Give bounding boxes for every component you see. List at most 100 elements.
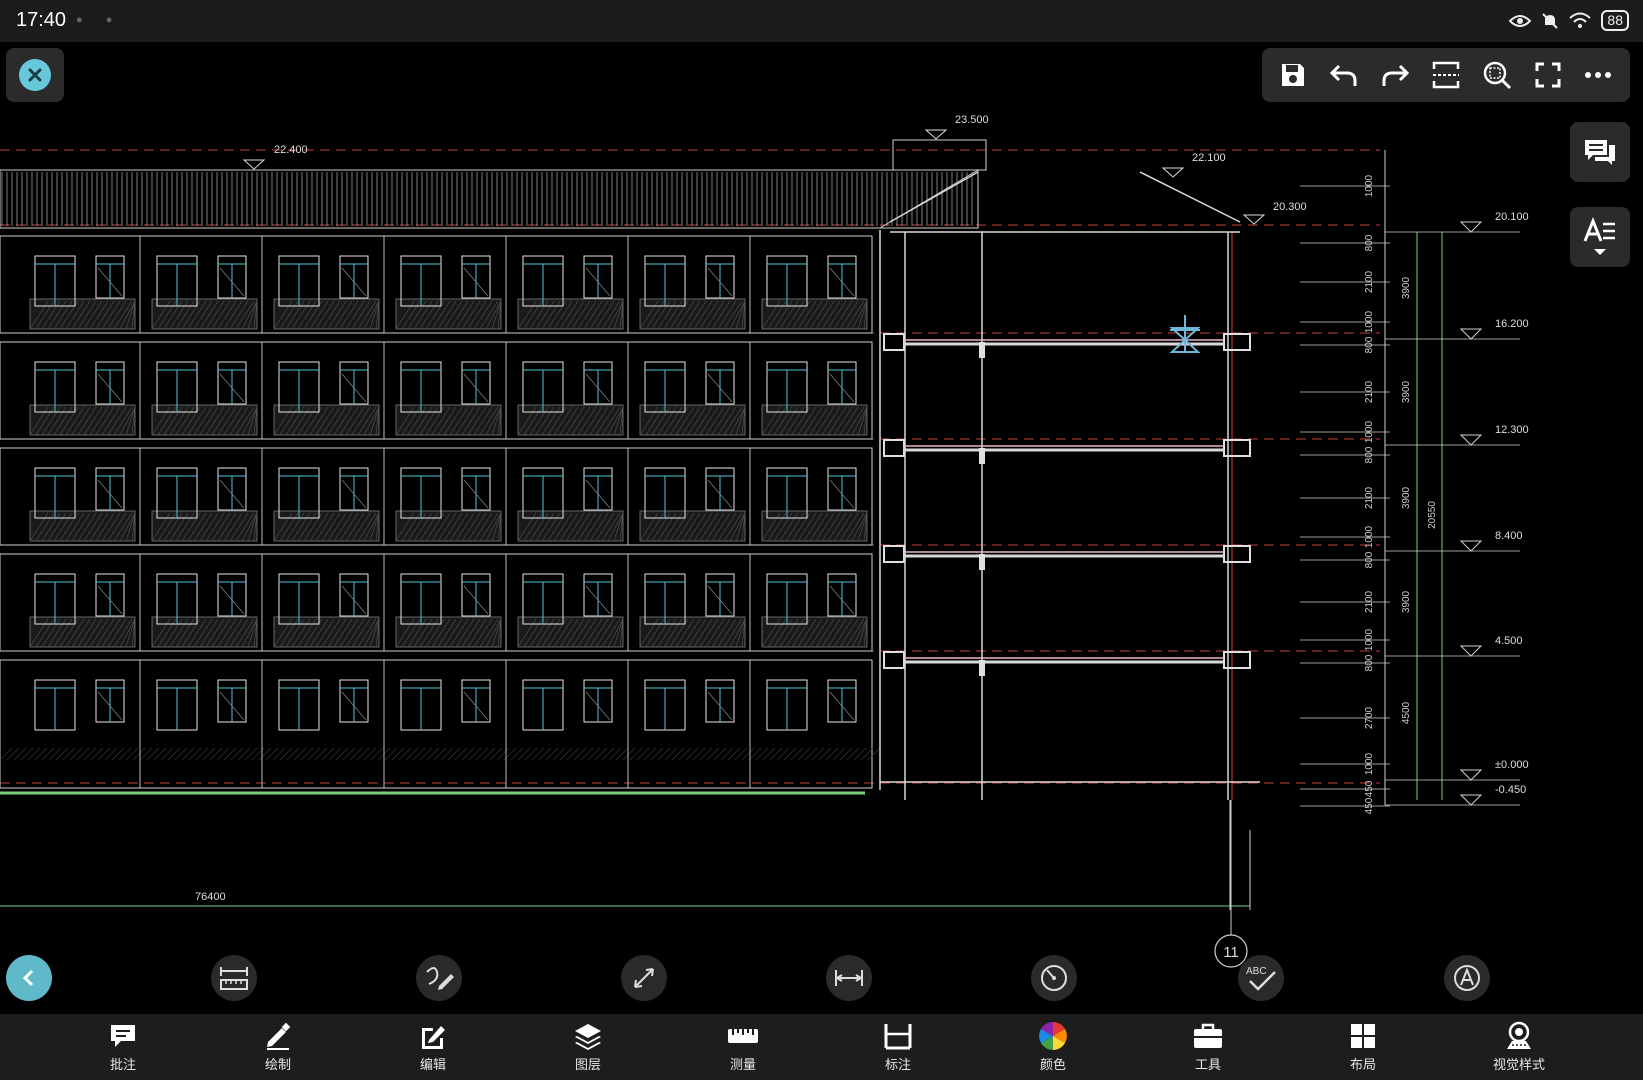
elevation-eave: 20.300 (1273, 201, 1307, 213)
color-wheel-icon (1039, 1022, 1067, 1050)
layers-icon (575, 1024, 601, 1050)
nav-layout[interactable]: 布局 (1313, 1020, 1413, 1078)
svg-text:ABC: ABC (1246, 966, 1267, 977)
dim-inner-label: 1000 (1364, 420, 1375, 443)
text-search-tool[interactable] (1444, 955, 1490, 1001)
elevation-marker (1161, 167, 1185, 178)
status-time: 17:40 (16, 9, 67, 31)
elevation-level-label: 4.500 (1495, 635, 1523, 647)
elevation-markers: 22.400 23.500 22.100 20.300 20.100 16.200… (195, 114, 1529, 903)
eye-icon (1509, 14, 1532, 27)
elevation-roof-top: 23.500 (955, 114, 989, 126)
nav-label: 布局 (1349, 1057, 1376, 1072)
nav-comment[interactable]: 批注 (73, 1020, 173, 1078)
elevation-level-label: 20.100 (1495, 211, 1529, 223)
close-icon (19, 59, 51, 91)
battery-indicator: 88 (1601, 10, 1629, 31)
redo-icon (1382, 64, 1410, 86)
dim-inner-label: 2700 (1364, 706, 1375, 729)
nav-color[interactable]: 颜色 (1003, 1020, 1103, 1078)
undo-button[interactable] (1324, 55, 1364, 95)
status-icons: 88 (1509, 10, 1629, 31)
zoom-extents-icon (1432, 61, 1460, 89)
dim-inner-label: 800 (1364, 234, 1375, 251)
wifi-icon (1569, 12, 1592, 28)
mute-bell-icon (1542, 12, 1559, 29)
layout-icon (1351, 1024, 1375, 1048)
nav-draw[interactable]: 绘制 (228, 1020, 328, 1078)
cad-drawing[interactable]: 1000 800 2100 1000 800 2100 1000 800 2100 1000 800… (0, 42, 1643, 1014)
elevation-marker (924, 129, 948, 140)
elevation-level-label: -0.450 (1495, 784, 1526, 796)
measure-area-tool[interactable] (211, 955, 257, 1001)
dim-inner-label: 450 (1364, 780, 1375, 797)
dim-inner-label: 2100 (1364, 270, 1375, 293)
zoom-window-icon (1483, 61, 1511, 90)
save-icon (1282, 64, 1305, 86)
zoom-window-button[interactable] (1477, 55, 1517, 95)
nav-measure[interactable]: 测量 (693, 1020, 793, 1078)
toolbox-icon (1194, 1023, 1222, 1048)
pencil-icon (267, 1022, 291, 1050)
dim-floor-label: 4500 (1401, 701, 1412, 724)
nav-visual-style[interactable]: 视觉样式 (1469, 1020, 1569, 1078)
dim-floor-label: 3900 (1401, 590, 1412, 613)
grid-axis-bubble: 11 (1214, 800, 1248, 968)
edit-icon (422, 1026, 445, 1049)
dim-floor-label: 3900 (1401, 276, 1412, 299)
ruler-icon (728, 1029, 758, 1043)
comment-icon (111, 1025, 135, 1047)
save-button[interactable] (1273, 55, 1313, 95)
status-bar: 17:40 ● ● 88 (0, 0, 1643, 42)
nav-edit[interactable]: 编辑 (383, 1020, 483, 1078)
nav-dimension[interactable]: 标注 (848, 1020, 948, 1078)
nav-label: 视觉样式 (1492, 1057, 1545, 1072)
dim-total-label: 20550 (1427, 501, 1438, 529)
nav-layers[interactable]: 图层 (538, 1020, 638, 1078)
dim-inner-label: 2100 (1364, 486, 1375, 509)
undo-icon (1330, 64, 1357, 86)
more-button[interactable] (1578, 55, 1618, 95)
building-facade (0, 139, 1380, 795)
drawing-canvas[interactable]: 1000 800 2100 1000 800 2100 1000 800 2100 1000 800… (0, 42, 1643, 1014)
fullscreen-icon (1535, 62, 1561, 88)
dim-floor-label: 3900 (1401, 486, 1412, 509)
text-style-button[interactable] (1570, 207, 1630, 267)
nav-label: 标注 (884, 1057, 911, 1072)
extents-button[interactable] (1426, 55, 1466, 95)
elevation-level-label: 16.200 (1495, 318, 1529, 330)
nav-label: 编辑 (419, 1057, 446, 1072)
linear-dim-tool[interactable] (826, 955, 872, 1001)
nav-label: 绘制 (264, 1057, 291, 1072)
dim-inner-label: 800 (1364, 551, 1375, 568)
arc-measure-tool[interactable] (1031, 955, 1077, 1001)
linear-dim-icon (835, 970, 863, 986)
nav-label: 图层 (574, 1057, 601, 1072)
spell-check-tool[interactable]: ABC (1238, 955, 1284, 1001)
close-button[interactable] (6, 48, 64, 102)
elevation-marker (1242, 214, 1266, 225)
quick-tools-row: ABC (0, 950, 1643, 1006)
freehand-tool[interactable] (416, 955, 462, 1001)
dim-length-label: 76400 (195, 891, 226, 903)
more-icon (1585, 72, 1612, 78)
spell-check-icon: ABC (1246, 966, 1276, 991)
dim-inner-label: 800 (1364, 654, 1375, 671)
redo-button[interactable] (1375, 55, 1415, 95)
dim-inner-label: 800 (1364, 336, 1375, 353)
align-measure-tool[interactable] (621, 955, 667, 1001)
fullscreen-button[interactable] (1528, 55, 1568, 95)
elevation-marker (242, 159, 266, 170)
dim-inner-label: 800 (1364, 446, 1375, 463)
text-search-icon (1454, 965, 1480, 991)
nav-label: 颜色 (1039, 1057, 1066, 1072)
text-format-icon (1583, 217, 1615, 255)
comments-panel-button[interactable] (1570, 122, 1630, 182)
diagonal-dim-icon (634, 968, 654, 988)
dim-inner-label: 1000 (1364, 628, 1375, 651)
nav-tools[interactable]: 工具 (1158, 1020, 1258, 1078)
nav-label: 测量 (729, 1057, 756, 1072)
building-section (879, 171, 1260, 800)
freehand-pen-icon (426, 967, 454, 990)
arc-measure-icon (1041, 965, 1067, 991)
